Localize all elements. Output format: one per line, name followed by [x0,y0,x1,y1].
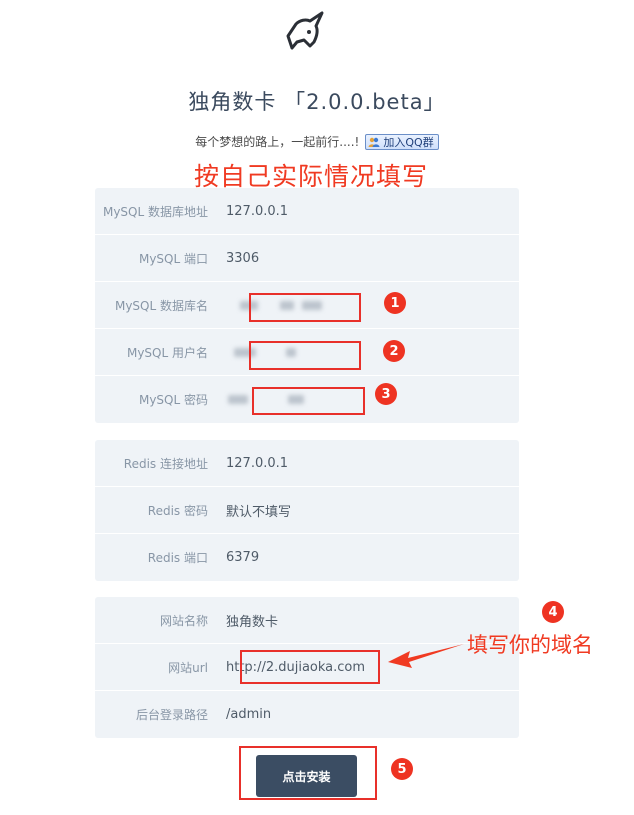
redacted-value [228,395,248,404]
join-qq-group-label: 加入QQ群 [383,135,434,149]
admin-path-label: 后台登录路径 [135,708,208,722]
step-badge-5: 5 [391,758,413,780]
highlight-box-site-url [240,650,380,684]
join-qq-group-button[interactable]: 加入QQ群 [365,133,439,150]
site-name-row: 网站名称 独角数卡 [95,597,519,644]
site-name-label: 网站名称 [159,613,208,628]
subtitle-text: 每个梦想的路上，一起前行....! [195,135,360,149]
redis-port-label: Redis 端口 [147,551,208,565]
redis-settings-card: Redis 连接地址 127.0.0.1 Redis 密码 默认不填写 Redi… [95,440,519,581]
mysql-host-row: MySQL 数据库地址 127.0.0.1 [95,188,519,235]
redis-host-label: Redis 连接地址 [123,456,208,471]
qq-people-icon [368,137,380,147]
highlight-box-install [239,746,377,800]
highlight-box-password [252,387,365,415]
mysql-host-label: MySQL 数据库地址 [102,204,208,219]
redis-password-row: Redis 密码 默认不填写 [95,487,519,534]
page-title: 独角数卡 「2.0.0.beta」 [188,90,446,114]
step-badge-2: 2 [383,340,405,362]
redis-password-label: Redis 密码 [147,503,208,518]
subtitle-row: 每个梦想的路上，一起前行....! 加入QQ群 [0,133,634,150]
unicorn-logo-icon [286,11,324,50]
mysql-host-input[interactable]: 127.0.0.1 [226,196,519,226]
step-badge-3: 3 [375,383,397,405]
domain-note: 填写你的域名 [467,633,593,657]
step-badge-1: 1 [384,292,406,314]
highlight-box-username [249,341,361,370]
mysql-db-label: MySQL 数据库名 [114,298,208,313]
redis-host-row: Redis 连接地址 127.0.0.1 [95,440,519,487]
mysql-user-label: MySQL 用户名 [126,345,208,360]
mysql-port-input[interactable]: 3306 [226,243,519,273]
arrow-icon [388,644,464,668]
redis-host-input[interactable]: 127.0.0.1 [226,448,519,478]
admin-path-row: 后台登录路径 /admin [95,691,519,738]
site-url-label: 网站url [168,660,208,675]
redis-password-input[interactable]: 默认不填写 [226,495,519,525]
mysql-password-label: MySQL 密码 [138,393,208,407]
redis-port-row: Redis 端口 6379 [95,534,519,581]
highlight-box-db-name [249,293,361,322]
admin-path-input[interactable]: /admin [226,700,519,730]
mysql-port-row: MySQL 端口 3306 [95,235,519,282]
mysql-port-label: MySQL 端口 [138,251,208,266]
step-badge-4: 4 [542,601,564,623]
redis-port-input[interactable]: 6379 [226,543,519,573]
